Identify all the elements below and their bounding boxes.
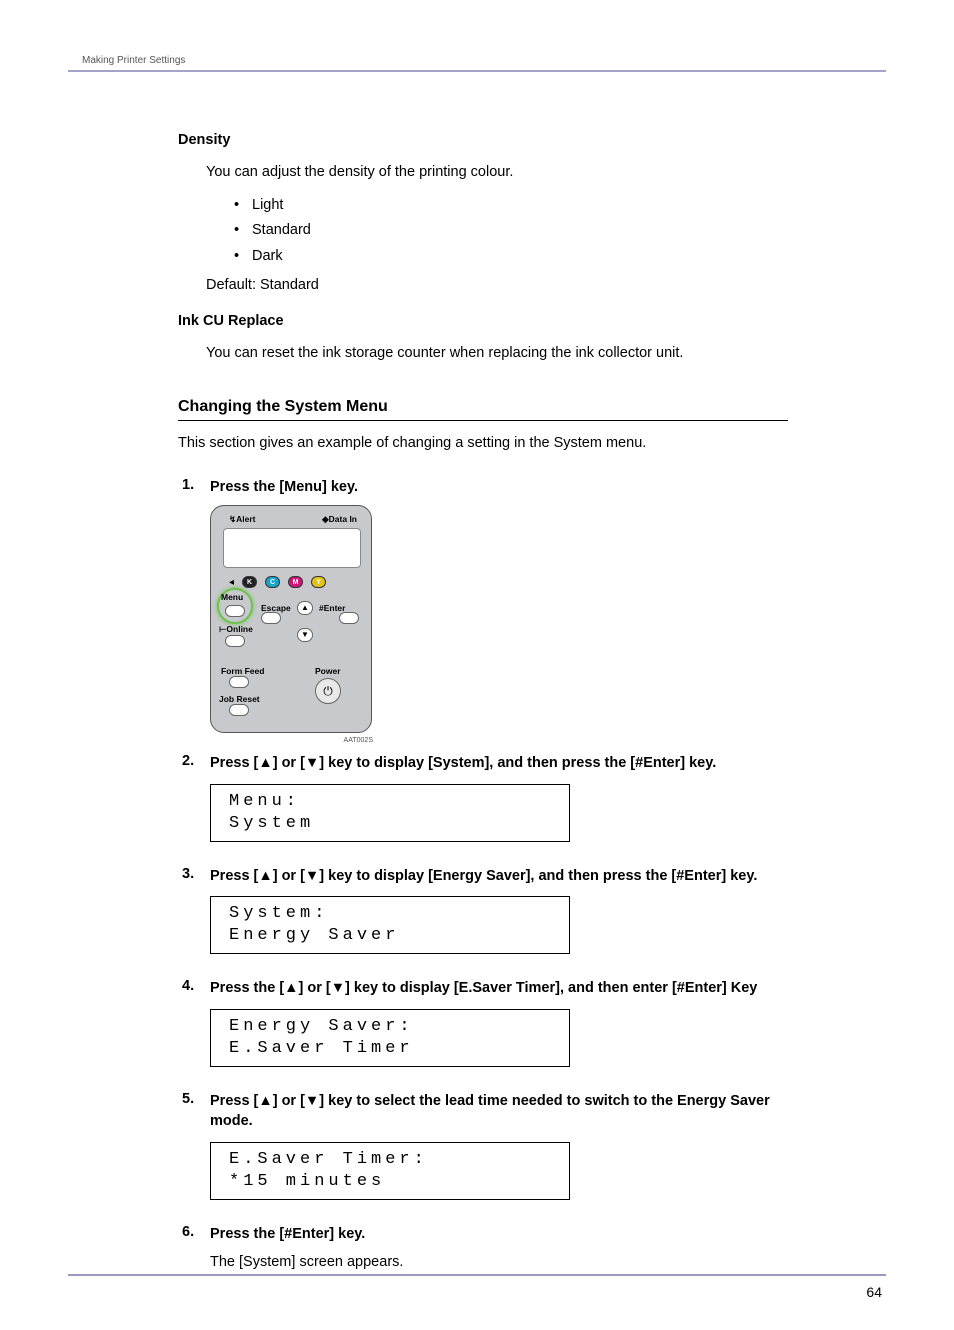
density-option: Standard <box>234 218 788 243</box>
panel-ink-row: ◂ K C M Y <box>229 576 326 588</box>
escape-button[interactable] <box>261 612 281 624</box>
density-default: Default: Standard <box>206 277 788 293</box>
jobreset-button[interactable] <box>229 704 249 716</box>
ink-black-icon: K <box>242 576 257 588</box>
section-intro: This section gives an example of changin… <box>178 435 788 451</box>
page: Making Printer Settings Density You can … <box>0 0 954 1330</box>
content-area: Density You can adjust the density of th… <box>68 72 788 1270</box>
density-desc: You can adjust the density of the printi… <box>206 162 788 183</box>
panel-online-label: ⊢Online <box>219 624 253 635</box>
panel-code: AAT002S <box>344 737 373 744</box>
printer-panel: ↯Alert ◆Data In ◂ K C M Y Menu <box>210 505 372 733</box>
panel-menu-label: Menu <box>221 592 243 602</box>
formfeed-button[interactable] <box>229 676 249 688</box>
enter-button[interactable] <box>339 612 359 624</box>
up-arrow-button[interactable]: ▲ <box>297 601 313 615</box>
step-text: Press [▲] or [▼] key to select the lead … <box>210 1091 788 1132</box>
density-option: Dark <box>234 244 788 269</box>
online-button[interactable] <box>225 635 245 647</box>
step-text: Press the [#Enter] key. <box>210 1224 788 1244</box>
menu-button[interactable] <box>225 605 245 617</box>
ink-yellow-icon: Y <box>311 576 326 588</box>
footer-rule <box>68 1274 886 1276</box>
lcd-display: E.Saver Timer: *15 minutes <box>210 1142 570 1200</box>
running-head: Making Printer Settings <box>68 55 886 72</box>
step: Press [▲] or [▼] key to select the lead … <box>182 1091 788 1204</box>
power-button[interactable]: ⏻ <box>315 678 341 704</box>
panel-power-label: Power <box>315 666 341 676</box>
ink-label: Ink CU Replace <box>178 313 788 329</box>
ink-magenta-icon: M <box>288 576 303 588</box>
step-text: Press [▲] or [▼] key to display [Energy … <box>210 866 788 886</box>
panel-alert-label: ↯Alert <box>229 514 256 525</box>
lcd-display: Menu: System <box>210 784 570 842</box>
step-text: Press the [▲] or [▼] key to display [E.S… <box>210 978 788 998</box>
panel-formfeed-label: Form Feed <box>221 666 264 676</box>
down-arrow-button[interactable]: ▼ <box>297 628 313 642</box>
ink-desc: You can reset the ink storage counter wh… <box>206 343 788 364</box>
panel-screen <box>223 528 361 568</box>
page-number: 64 <box>866 1284 882 1300</box>
ink-cyan-icon: C <box>265 576 280 588</box>
step-text: Press [▲] or [▼] key to display [System]… <box>210 753 788 773</box>
step-text: Press the [Menu] key. <box>210 477 788 497</box>
step: Press the [▲] or [▼] key to display [E.S… <box>182 978 788 1070</box>
step-note: The [System] screen appears. <box>210 1254 788 1270</box>
lcd-display: System: Energy Saver <box>210 896 570 954</box>
step: Press the [Menu] key. ↯Alert ◆Data In ◂ … <box>182 477 788 733</box>
section-heading: Changing the System Menu <box>178 398 788 421</box>
step: Press the [#Enter] key. The [System] scr… <box>182 1224 788 1270</box>
density-label: Density <box>178 132 788 148</box>
lcd-display: Energy Saver: E.Saver Timer <box>210 1009 570 1067</box>
panel-jobreset-label: Job Reset <box>219 694 260 704</box>
panel-datain-label: ◆Data In <box>322 514 357 525</box>
printer-panel-figure: ↯Alert ◆Data In ◂ K C M Y Menu <box>210 505 788 733</box>
step: Press [▲] or [▼] key to display [System]… <box>182 753 788 845</box>
step: Press [▲] or [▼] key to display [Energy … <box>182 866 788 958</box>
density-option: Light <box>234 193 788 218</box>
steps-list: Press the [Menu] key. ↯Alert ◆Data In ◂ … <box>182 477 788 1270</box>
density-options: Light Standard Dark <box>234 193 788 269</box>
